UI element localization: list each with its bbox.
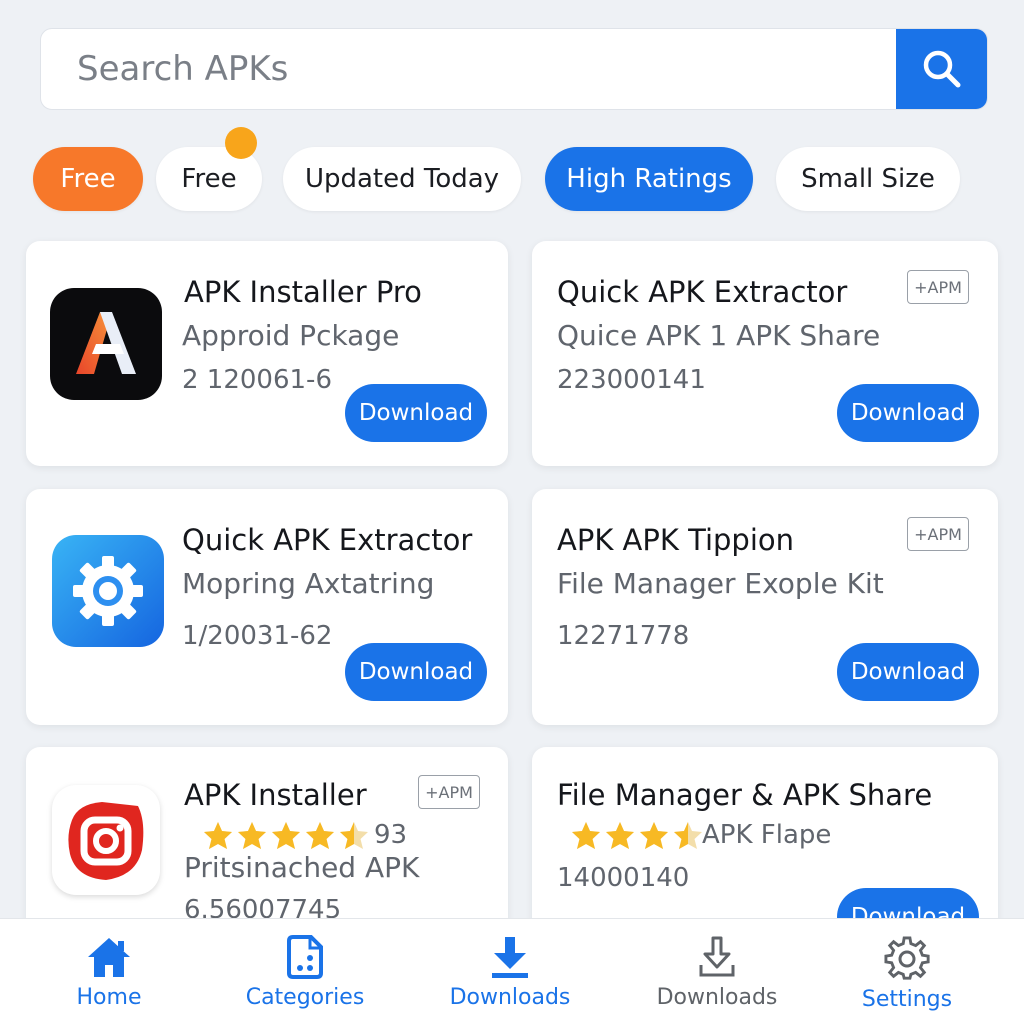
nav-downloads-label: Downloads bbox=[449, 985, 571, 1010]
nav-downloads[interactable]: Downloads bbox=[415, 919, 605, 1025]
nav-downloads-secondary[interactable]: Downloads bbox=[622, 919, 812, 1025]
nav-categories-label: Categories bbox=[245, 985, 365, 1010]
nav-settings-label: Settings bbox=[861, 987, 953, 1012]
app-title: APK APK Tippion bbox=[557, 523, 794, 557]
app-card[interactable]: Quick APK Extractor +APM Quice APK 1 APK… bbox=[532, 241, 998, 466]
home-icon bbox=[88, 938, 130, 977]
chip-free-active[interactable]: Free bbox=[33, 147, 143, 211]
download-button[interactable]: Download bbox=[345, 384, 487, 442]
star-full-icon bbox=[572, 822, 600, 849]
categories-icon bbox=[287, 935, 323, 979]
app-card[interactable]: APK Installer Pro Approid Pckage 2 12006… bbox=[26, 241, 508, 466]
star-full-icon bbox=[640, 822, 668, 849]
rating-count: 93 bbox=[374, 820, 408, 850]
notification-dot bbox=[225, 127, 257, 159]
bottom-nav: Home Categories Downloads Downloads Sett… bbox=[0, 918, 1024, 1025]
nav-home-label: Home bbox=[76, 985, 142, 1010]
gear-app-icon bbox=[52, 535, 164, 647]
search-icon bbox=[923, 50, 961, 88]
app-title: Quick APK Extractor bbox=[557, 275, 848, 309]
app-subtitle: Quice APK 1 APK Share bbox=[557, 319, 881, 352]
settings-icon bbox=[884, 936, 930, 980]
nav-home[interactable]: Home bbox=[14, 919, 204, 1025]
search-bar bbox=[40, 28, 988, 110]
rating-label: APK Flape bbox=[702, 820, 832, 850]
app-title: APK Installer Pro bbox=[184, 275, 422, 309]
chip-small-size[interactable]: Small Size bbox=[776, 147, 960, 211]
apm-badge: +APM bbox=[907, 517, 969, 551]
star-half-icon bbox=[674, 822, 702, 849]
star-full-icon bbox=[606, 822, 634, 849]
apm-badge: +APM bbox=[907, 270, 969, 304]
nav-categories[interactable]: Categories bbox=[210, 919, 400, 1025]
app-title: APK Installer bbox=[184, 778, 367, 812]
download-icon bbox=[492, 937, 528, 978]
download-outline-icon bbox=[699, 936, 735, 977]
app-version: 1/20031-62 bbox=[182, 621, 333, 651]
app-subtitle: Mopring Axtatring bbox=[182, 567, 435, 600]
download-button[interactable]: Download bbox=[345, 643, 487, 701]
star-full-icon bbox=[204, 822, 232, 849]
app-card[interactable]: APK Installer +APM 93 Pritsinached APK 6… bbox=[26, 747, 508, 947]
chip-updated-today[interactable]: Updated Today bbox=[283, 147, 521, 211]
star-full-icon bbox=[238, 822, 266, 849]
app-title: Quick APK Extractor bbox=[182, 523, 473, 557]
app-version: 12271778 bbox=[557, 621, 690, 651]
star-rating bbox=[570, 820, 704, 850]
camera-app-icon bbox=[52, 785, 160, 895]
star-full-icon bbox=[272, 822, 300, 849]
search-button[interactable] bbox=[896, 29, 987, 109]
app-subtitle: Pritsinached APK bbox=[184, 851, 420, 884]
app-version: 2 120061-6 bbox=[182, 365, 332, 395]
download-button[interactable]: Download bbox=[837, 643, 979, 701]
app-subtitle: File Manager Exople Kit bbox=[557, 567, 884, 600]
app-title: File Manager & APK Share bbox=[557, 778, 933, 812]
app-version: 14000140 bbox=[557, 863, 690, 893]
search-input[interactable] bbox=[77, 29, 897, 109]
star-half-icon bbox=[340, 822, 368, 849]
chip-high-ratings[interactable]: High Ratings bbox=[545, 147, 753, 211]
star-rating bbox=[202, 820, 370, 850]
apm-badge: +APM bbox=[418, 775, 480, 809]
nav-settings[interactable]: Settings bbox=[812, 919, 1002, 1025]
app-card[interactable]: APK APK Tippion +APM File Manager Exople… bbox=[532, 489, 998, 725]
star-full-icon bbox=[306, 822, 334, 849]
nav-downloads-secondary-label: Downloads bbox=[656, 985, 778, 1010]
download-button[interactable]: Download bbox=[837, 384, 979, 442]
apk-installer-pro-icon bbox=[50, 288, 162, 400]
app-card[interactable]: Quick APK Extractor Mopring Axtatring 1/… bbox=[26, 489, 508, 725]
app-card[interactable]: File Manager & APK Share APK Flape 14000… bbox=[532, 747, 998, 947]
app-version: 223000141 bbox=[557, 365, 706, 395]
app-subtitle: Approid Pckage bbox=[182, 319, 400, 352]
